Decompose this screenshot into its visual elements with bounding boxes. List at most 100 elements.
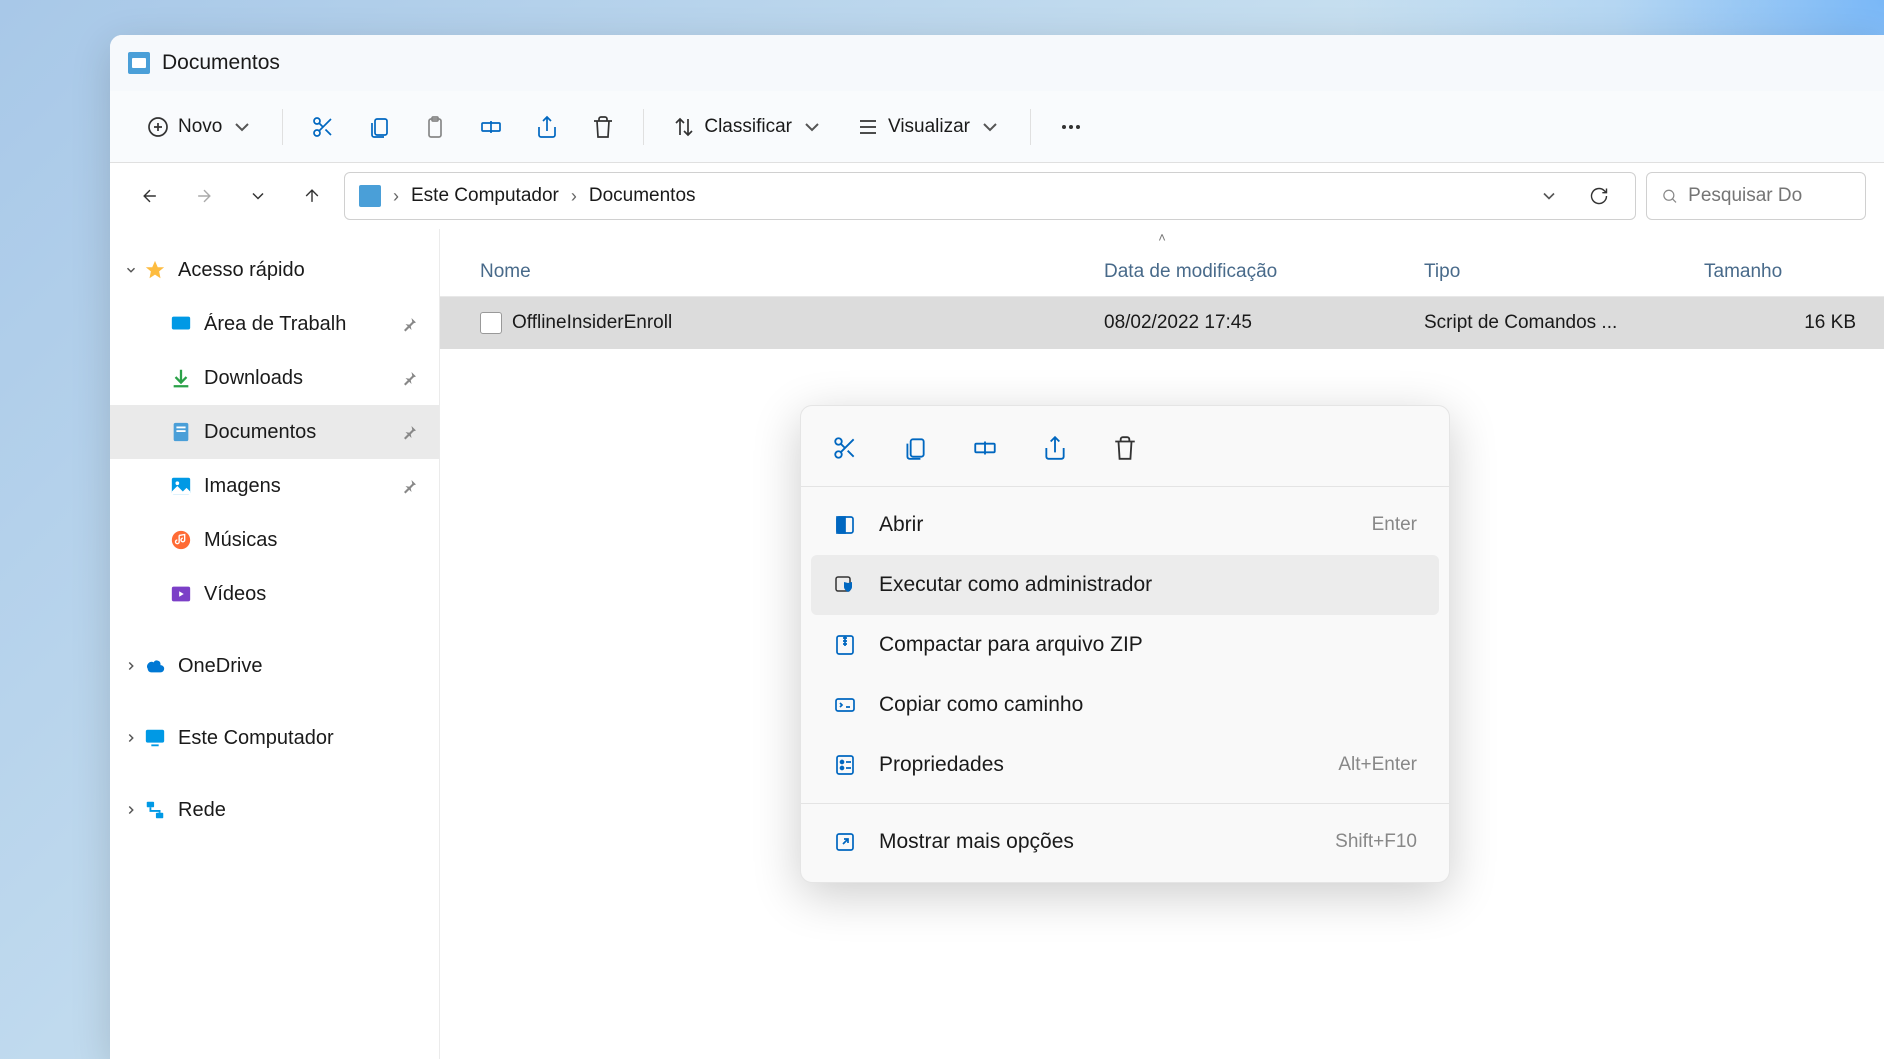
context-open[interactable]: Abrir Enter — [811, 495, 1439, 555]
chevron-down-icon — [248, 186, 268, 206]
chevron-right-icon — [124, 731, 138, 745]
sidebar-item-downloads[interactable]: Downloads — [110, 351, 439, 405]
sidebar: Acesso rápido Área de Trabalh Downloads … — [110, 229, 440, 1059]
rename-icon — [972, 435, 998, 461]
search-icon — [1661, 186, 1678, 206]
view-button[interactable]: Visualizar — [844, 103, 1014, 151]
trash-icon — [591, 115, 615, 139]
back-button[interactable] — [128, 174, 172, 218]
arrow-right-icon — [194, 186, 214, 206]
sort-label: Classificar — [704, 116, 792, 138]
path-icon — [833, 693, 857, 717]
context-share-button[interactable] — [1035, 428, 1075, 468]
arrow-left-icon — [140, 186, 160, 206]
document-icon — [128, 52, 150, 74]
context-run-as-admin[interactable]: Executar como administrador — [811, 555, 1439, 615]
context-copy-button[interactable] — [895, 428, 935, 468]
paste-button[interactable] — [411, 103, 459, 151]
sidebar-item-music[interactable]: Músicas — [110, 513, 439, 567]
arrow-up-icon — [302, 186, 322, 206]
pin-icon — [401, 369, 419, 387]
breadcrumb-current[interactable]: Documentos — [589, 185, 696, 207]
view-label: Visualizar — [888, 116, 970, 138]
new-label: Novo — [178, 116, 222, 138]
chevron-right-icon — [124, 803, 138, 817]
plus-circle-icon — [146, 115, 170, 139]
sidebar-item-images[interactable]: Imagens — [110, 459, 439, 513]
pin-icon — [401, 477, 419, 495]
copy-button[interactable] — [355, 103, 403, 151]
share-button[interactable] — [523, 103, 571, 151]
document-icon — [170, 421, 192, 443]
file-row[interactable]: OfflineInsiderEnroll 08/02/2022 17:45 Sc… — [440, 297, 1884, 349]
open-icon — [833, 513, 857, 537]
download-icon — [170, 367, 192, 389]
window-title: Documentos — [162, 51, 280, 75]
sidebar-item-quick-access[interactable]: Acesso rápido — [110, 243, 439, 297]
chevron-down-icon — [800, 115, 824, 139]
search-bar[interactable] — [1646, 172, 1866, 220]
context-more-options[interactable]: Mostrar mais opções Shift+F10 — [811, 812, 1439, 872]
sidebar-item-videos[interactable]: Vídeos — [110, 567, 439, 621]
context-compress-zip[interactable]: Compactar para arquivo ZIP — [811, 615, 1439, 675]
titlebar: Documentos — [110, 35, 1884, 91]
pin-icon — [401, 423, 419, 441]
sort-indicator-icon: ˄ — [1158, 230, 1166, 245]
column-headers: Nome Data de modificação Tipo Tamanho — [440, 247, 1884, 297]
column-modified[interactable]: Data de modificação — [1104, 261, 1424, 283]
sidebar-item-thispc[interactable]: Este Computador — [110, 711, 439, 765]
address-bar[interactable]: › Este Computador › Documentos — [344, 172, 1636, 220]
scissors-icon — [832, 435, 858, 461]
scissors-icon — [311, 115, 335, 139]
chevron-down-icon — [1539, 186, 1559, 206]
network-icon — [144, 799, 166, 821]
delete-button[interactable] — [579, 103, 627, 151]
trash-icon — [1112, 435, 1138, 461]
sidebar-item-onedrive[interactable]: OneDrive — [110, 639, 439, 693]
forward-button[interactable] — [182, 174, 226, 218]
sidebar-item-network[interactable]: Rede — [110, 783, 439, 837]
share-icon — [1042, 435, 1068, 461]
expand-icon — [833, 830, 857, 854]
desktop-icon — [170, 313, 192, 335]
refresh-icon — [1589, 186, 1609, 206]
sort-icon — [672, 115, 696, 139]
pin-icon — [401, 315, 419, 333]
sidebar-item-documents[interactable]: Documentos — [110, 405, 439, 459]
video-icon — [170, 583, 192, 605]
sidebar-item-desktop[interactable]: Área de Trabalh — [110, 297, 439, 351]
history-button[interactable] — [236, 174, 280, 218]
zip-icon — [833, 633, 857, 657]
share-icon — [535, 115, 559, 139]
address-dropdown[interactable] — [1527, 174, 1571, 218]
up-button[interactable] — [290, 174, 334, 218]
column-name[interactable]: Nome — [480, 261, 1104, 283]
column-type[interactable]: Tipo — [1424, 261, 1704, 283]
monitor-icon — [144, 727, 166, 749]
breadcrumb-root[interactable]: Este Computador — [411, 185, 559, 207]
cut-button[interactable] — [299, 103, 347, 151]
ellipsis-icon — [1059, 115, 1083, 139]
toolbar: Novo Classificar Visualizar — [110, 91, 1884, 163]
list-icon — [856, 115, 880, 139]
context-rename-button[interactable] — [965, 428, 1005, 468]
chevron-right-icon: › — [393, 186, 399, 207]
refresh-button[interactable] — [1577, 174, 1621, 218]
chevron-down-icon — [124, 263, 138, 277]
script-file-icon — [480, 312, 502, 334]
sort-button[interactable]: Classificar — [660, 103, 836, 151]
file-name: OfflineInsiderEnroll — [512, 312, 1104, 334]
search-input[interactable] — [1688, 185, 1851, 207]
image-icon — [170, 475, 192, 497]
context-delete-button[interactable] — [1105, 428, 1145, 468]
context-cut-button[interactable] — [825, 428, 865, 468]
column-size[interactable]: Tamanho — [1704, 261, 1884, 283]
context-icon-row — [801, 416, 1449, 487]
new-button[interactable]: Novo — [134, 103, 266, 151]
shortcut: Enter — [1372, 514, 1417, 536]
rename-button[interactable] — [467, 103, 515, 151]
context-properties[interactable]: Propriedades Alt+Enter — [811, 735, 1439, 795]
more-button[interactable] — [1047, 103, 1095, 151]
chevron-down-icon — [230, 115, 254, 139]
context-copy-path[interactable]: Copiar como caminho — [811, 675, 1439, 735]
